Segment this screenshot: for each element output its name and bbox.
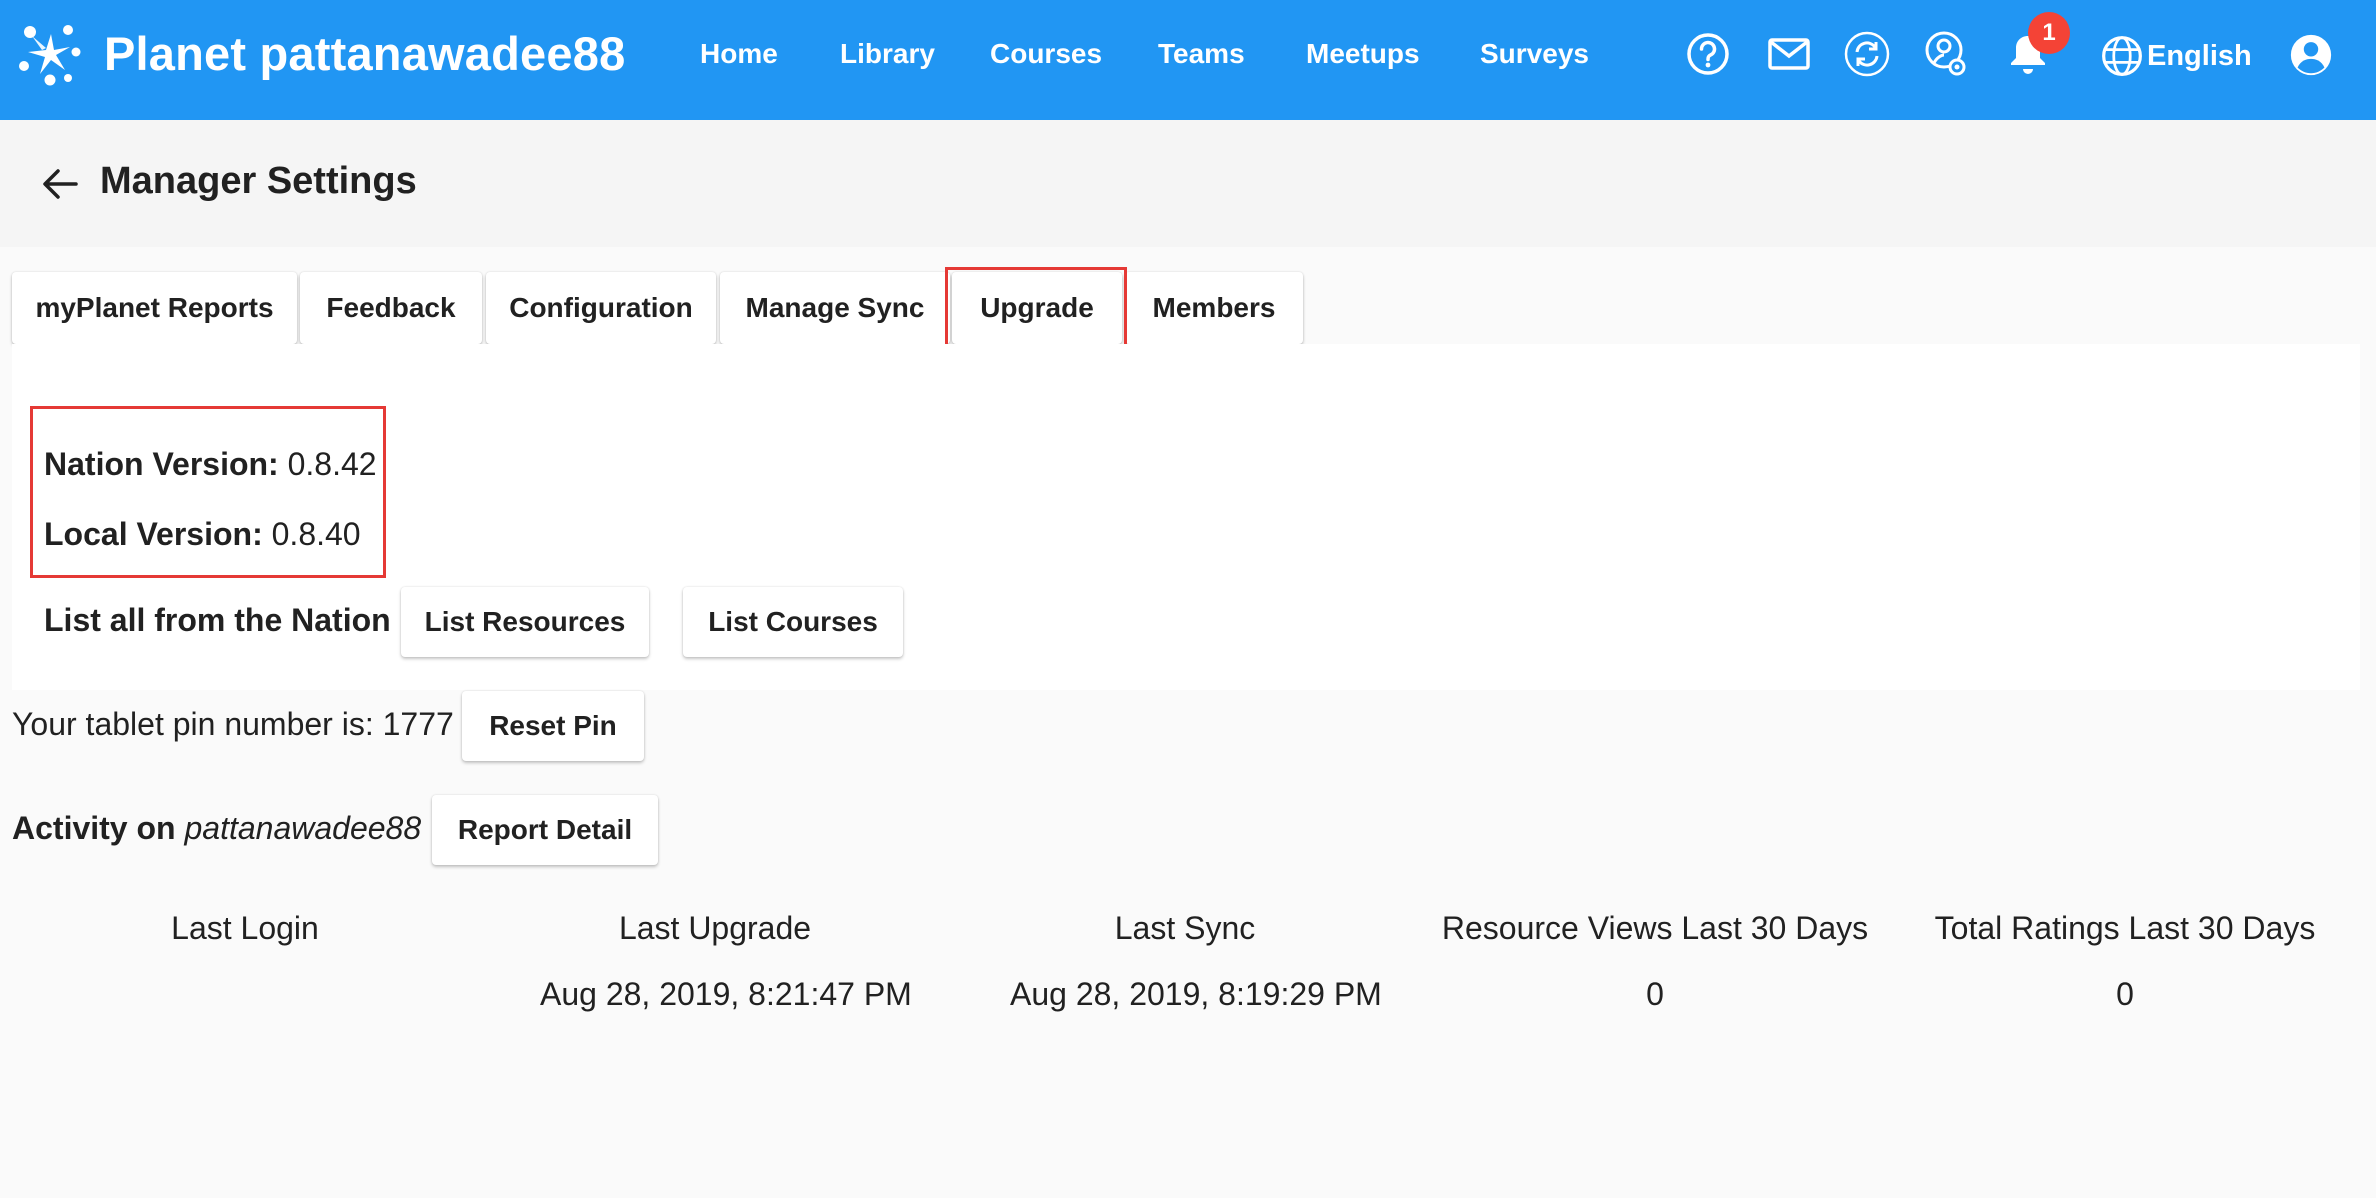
sync-icon[interactable] — [1843, 30, 1891, 78]
back-arrow-icon[interactable] — [40, 164, 80, 204]
activity-heading: Activity on pattanawadee88 — [12, 810, 421, 847]
stat-value-last-upgrade: Aug 28, 2019, 8:21:47 PM — [540, 976, 912, 1012]
stat-header-total-ratings: Total Ratings Last 30 Days — [1934, 910, 2316, 946]
account-icon[interactable] — [2288, 32, 2334, 78]
page-title: Manager Settings — [100, 160, 417, 202]
tab-myplanet-reports[interactable]: myPlanet Reports — [12, 272, 297, 344]
tab-configuration[interactable]: Configuration — [486, 272, 716, 344]
tab-manage-sync[interactable]: Manage Sync — [720, 272, 950, 344]
nav-home[interactable]: Home — [700, 38, 778, 70]
list-resources-button[interactable]: List Resources — [401, 587, 649, 657]
versions-highlight — [30, 406, 386, 578]
stat-value-total-ratings: 0 — [2116, 976, 2134, 1012]
tab-feedback[interactable]: Feedback — [300, 272, 482, 344]
tablet-pin-text: Your tablet pin number is: 1777 — [12, 706, 454, 742]
stat-value-last-sync: Aug 28, 2019, 8:19:29 PM — [1010, 976, 1382, 1012]
notification-badge: 1 — [2028, 12, 2070, 54]
report-detail-button[interactable]: Report Detail — [432, 795, 658, 865]
stat-header-last-upgrade: Last Upgrade — [618, 910, 812, 946]
language-selector[interactable]: English — [2147, 40, 2252, 73]
manager-settings-icon[interactable] — [1922, 30, 1970, 78]
list-all-label: List all from the Nation — [44, 602, 391, 638]
nav-courses[interactable]: Courses — [990, 38, 1102, 70]
nav-teams[interactable]: Teams — [1158, 38, 1245, 70]
stat-value-resource-views: 0 — [1646, 976, 1664, 1012]
stat-header-last-sync: Last Sync — [1114, 910, 1256, 946]
reset-pin-button[interactable]: Reset Pin — [462, 691, 644, 761]
activity-label: Activity on — [12, 810, 176, 846]
mail-icon[interactable] — [1765, 30, 1813, 78]
activity-planet-name: pattanawadee88 — [184, 810, 422, 846]
list-courses-button[interactable]: List Courses — [683, 587, 903, 657]
help-icon[interactable] — [1684, 30, 1732, 78]
nav-surveys[interactable]: Surveys — [1480, 38, 1589, 70]
nav-meetups[interactable]: Meetups — [1306, 38, 1420, 70]
tab-members[interactable]: Members — [1125, 272, 1303, 344]
stat-header-last-login: Last Login — [171, 910, 319, 946]
nav-library[interactable]: Library — [840, 38, 935, 70]
app-title[interactable]: Planet pattanawadee88 — [104, 26, 625, 81]
globe-icon[interactable] — [2100, 34, 2144, 78]
planet-logo-icon[interactable] — [18, 22, 84, 88]
stat-header-resource-views: Resource Views Last 30 Days — [1441, 910, 1869, 946]
top-toolbar: Planet pattanawadee88 Home Library Cours… — [0, 0, 2376, 120]
